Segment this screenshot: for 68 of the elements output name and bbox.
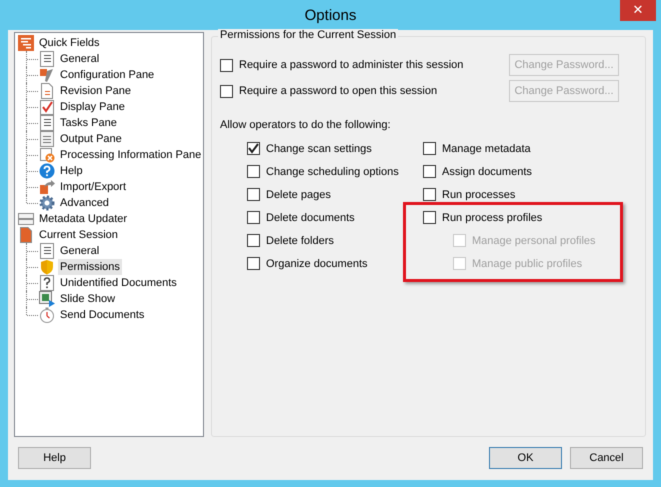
tree-item[interactable]: Current Session [37, 227, 120, 243]
stopwatch-icon [39, 307, 55, 323]
checkbox[interactable] [247, 257, 260, 270]
checkbox[interactable] [247, 165, 260, 178]
checkbox[interactable] [220, 58, 233, 72]
document-icon [18, 227, 34, 243]
tree-item[interactable]: Tasks Pane [58, 115, 119, 131]
tree-item[interactable]: Help [58, 163, 85, 179]
tree-item[interactable]: Unidentified Documents [58, 275, 179, 291]
list-icon [39, 243, 55, 259]
cancel-button[interactable]: Cancel [570, 447, 643, 469]
list-icon [39, 115, 55, 131]
document-icon [39, 83, 55, 99]
window-title: Options [304, 6, 356, 24]
close-button[interactable]: ✕ [620, 0, 656, 21]
checkbox-label: Delete folders [266, 234, 334, 246]
help-icon [39, 163, 55, 179]
checkbox-label: Require a password to open this session [239, 85, 438, 97]
tools-icon [39, 67, 55, 83]
checkbox-label: Manage public profiles [472, 258, 582, 270]
tree-item[interactable]: Metadata Updater [37, 211, 130, 227]
group-title: Permissions for the Current Session [218, 29, 398, 41]
checklist-icon [39, 99, 55, 115]
tree-item[interactable]: Output Pane [58, 131, 124, 147]
checkbox-label: Change scan settings [266, 142, 372, 154]
checkbox-label: Manage personal profiles [472, 234, 596, 246]
checkbox-label: Change scheduling options [266, 166, 399, 178]
checkbox[interactable] [247, 211, 260, 224]
checkbox-label: Delete documents [266, 212, 355, 224]
tree-item[interactable]: Configuration Pane [58, 67, 156, 83]
shield-icon [39, 259, 55, 275]
error-list-icon [39, 147, 55, 163]
checkbox[interactable] [247, 234, 260, 247]
export-icon [39, 179, 55, 195]
checkbox-label: Require a password to administer this session [239, 59, 464, 71]
tree-item[interactable]: Import/Export [58, 179, 128, 195]
checkbox-label: Organize documents [266, 258, 368, 270]
checkbox[interactable] [423, 188, 436, 201]
checkbox[interactable] [220, 84, 233, 98]
checkbox[interactable] [423, 142, 436, 155]
checkbox[interactable] [423, 211, 436, 224]
section-label: Allow operators to do the following: [220, 118, 392, 132]
tree-item[interactable]: Send Documents [58, 307, 146, 323]
checkbox[interactable] [423, 165, 436, 178]
checkbox-label: Run process profiles [442, 212, 542, 224]
tree-item[interactable]: General [58, 243, 102, 259]
checkbox-label: Run processes [442, 188, 516, 200]
checkbox-label: Assign documents [442, 166, 532, 178]
server-icon [18, 211, 34, 227]
checkbox-label: Delete pages [266, 188, 331, 200]
question-document-icon [39, 275, 55, 291]
list-icon [39, 51, 55, 67]
tree-item[interactable]: Processing Information Pane [58, 147, 204, 163]
tree-item[interactable]: Advanced [58, 195, 111, 211]
tree-item[interactable]: Display Pane [58, 99, 127, 115]
tree-item[interactable]: Quick Fields [37, 35, 102, 51]
tree-item[interactable]: General [58, 51, 102, 67]
tree-item[interactable]: Slide Show [58, 291, 118, 307]
form-icon [18, 35, 34, 51]
ok-button[interactable]: OK [489, 447, 562, 469]
gear-icon [39, 195, 55, 211]
checkbox[interactable] [247, 142, 260, 155]
checkbox-label: Manage metadata [442, 142, 531, 154]
tree-item[interactable]: Permissions [58, 259, 122, 275]
help-button[interactable]: Help [18, 447, 91, 469]
tree-item[interactable]: Revision Pane [58, 83, 133, 99]
page-icon [39, 131, 55, 147]
checkbox[interactable] [247, 188, 260, 201]
